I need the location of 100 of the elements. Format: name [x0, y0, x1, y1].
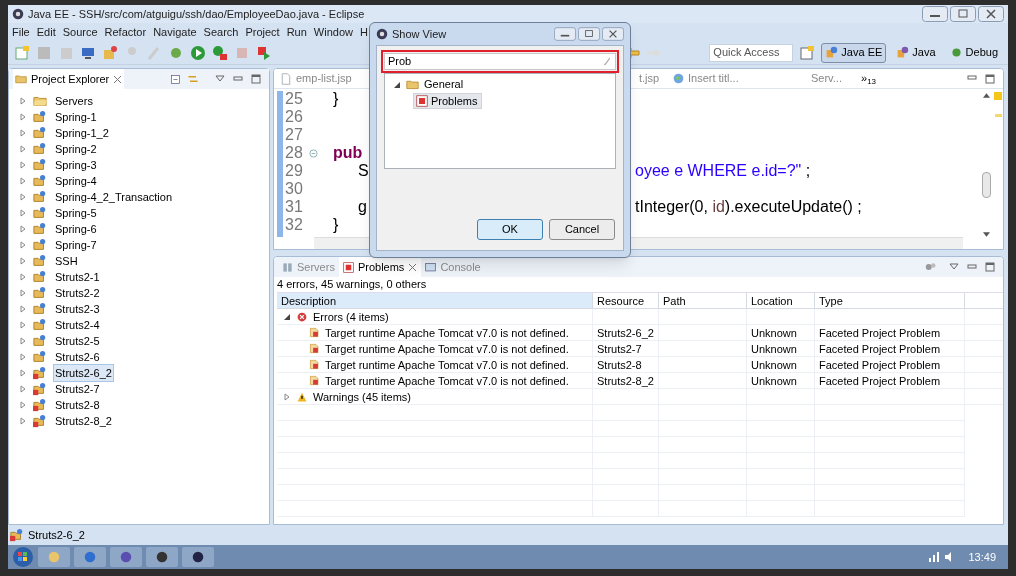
project-icon [33, 158, 47, 172]
project-icon [33, 302, 47, 316]
warning-icon [297, 391, 307, 402]
close-button[interactable] [602, 27, 624, 41]
project-icon [33, 174, 47, 188]
minimize-button[interactable] [922, 6, 948, 22]
collapsed-arrow-icon[interactable] [19, 193, 27, 201]
collapsed-arrow-icon[interactable] [19, 97, 27, 105]
collapsed-arrow-icon[interactable] [19, 241, 27, 249]
group-label[interactable]: Errors (4 items) [313, 308, 389, 325]
server-icon [282, 261, 293, 273]
maximize-button[interactable] [578, 27, 600, 41]
tree-item[interactable]: Struts2-6_2 [53, 363, 114, 383]
dialog-button[interactable]: OK [477, 219, 543, 240]
collapsed-arrow-icon[interactable] [19, 305, 27, 313]
collapsed-arrow-icon[interactable] [19, 337, 27, 345]
menu-item[interactable]: Refactor [104, 23, 147, 41]
network-icon[interactable] [928, 552, 941, 562]
menu-item[interactable]: Navigate [153, 23, 197, 41]
filter-field[interactable]: Prob [381, 50, 619, 73]
scrollbar-thumb[interactable] [981, 172, 991, 198]
menu-item[interactable]: Edit [36, 23, 56, 41]
menu-item[interactable]: Project [245, 23, 280, 41]
run-server-icon[interactable] [212, 44, 228, 61]
editor-tab[interactable]: emp-list.jsp [296, 70, 352, 87]
new-icon[interactable] [14, 44, 30, 61]
minimize-button[interactable] [554, 27, 576, 41]
tree-item[interactable]: General [424, 76, 464, 93]
debug-run-icon[interactable] [256, 44, 272, 61]
menu-item[interactable]: File [12, 23, 30, 41]
wizard-icon[interactable] [102, 44, 118, 61]
column-header[interactable]: Location [747, 293, 815, 309]
start-button[interactable] [12, 546, 34, 568]
line-number: 28 [285, 144, 304, 162]
line-number: 29 [285, 162, 304, 180]
collapsed-arrow-icon[interactable] [19, 225, 27, 233]
table-cell-text: Target runtime Apache Tomcat v7.0 is not defined. [325, 325, 569, 341]
collapsed-arrow-icon[interactable] [19, 353, 27, 361]
menu-item[interactable]: Run [286, 23, 307, 41]
collapsed-arrow-icon[interactable] [283, 392, 291, 401]
project-icon [33, 334, 47, 348]
line-number: 30 [285, 180, 304, 198]
expanded-arrow-icon[interactable] [283, 312, 291, 321]
table-cell: Unknown [747, 357, 815, 373]
collapsed-arrow-icon[interactable] [19, 321, 27, 329]
collapsed-arrow-icon[interactable] [19, 129, 27, 137]
code-text: tInteger(0, [635, 198, 709, 216]
column-header[interactable]: Type [815, 293, 965, 309]
problems-icon [416, 95, 428, 107]
more-tabs-button[interactable]: »$_{13}$ [861, 70, 877, 87]
group-label[interactable]: Warnings (45 items) [313, 388, 411, 405]
collapsed-arrow-icon[interactable] [19, 161, 27, 169]
code-text: id [712, 198, 725, 216]
editor-tab[interactable]: Serv... [811, 70, 861, 87]
globe-icon [673, 73, 684, 84]
open-perspective-icon[interactable] [799, 44, 816, 61]
error-marker-icon [309, 343, 320, 354]
dialog-button[interactable]: Cancel [549, 219, 615, 240]
column-header[interactable]: Description [277, 293, 593, 309]
collapsed-arrow-icon[interactable] [19, 401, 27, 409]
perspective-button[interactable]: Java [892, 42, 940, 63]
table-cell-text: Target runtime Apache Tomcat v7.0 is not defined. [325, 373, 569, 389]
collapsed-arrow-icon[interactable] [19, 385, 27, 393]
minimize-icon [967, 73, 977, 82]
collapsed-arrow-icon[interactable] [19, 257, 27, 265]
maximize-icon [985, 262, 995, 272]
project-icon [33, 286, 47, 300]
collapsed-arrow-icon[interactable] [19, 273, 27, 281]
collapsed-arrow-icon[interactable] [19, 209, 27, 217]
menu-item[interactable]: Source [62, 23, 98, 41]
collapsed-arrow-icon[interactable] [19, 145, 27, 153]
menu-item[interactable]: Search [203, 23, 239, 41]
problems-icon [342, 261, 354, 273]
dialog-title: Show View [392, 26, 448, 42]
collapsed-arrow-icon[interactable] [19, 369, 27, 377]
table-cell: Struts2-8 [593, 357, 659, 373]
column-header[interactable]: Resource [593, 293, 659, 309]
tree-item[interactable]: Problems [413, 93, 483, 109]
table-cell: Struts2-6_2 [593, 325, 659, 341]
close-button[interactable] [978, 6, 1004, 22]
perspective-button[interactable]: Debug [945, 42, 1002, 63]
collapse-fold-icon[interactable] [309, 148, 318, 158]
code-text: } [333, 216, 339, 233]
column-header[interactable]: Path [659, 293, 747, 309]
editor-tab[interactable]: Insert titl... [688, 70, 739, 87]
expanded-arrow-icon[interactable] [393, 80, 401, 89]
error-marker-icon [309, 375, 320, 386]
collapsed-arrow-icon[interactable] [19, 177, 27, 185]
run-icon[interactable] [190, 44, 206, 61]
project-icon [33, 190, 47, 204]
collapsed-arrow-icon[interactable] [19, 113, 27, 121]
quick-access-field[interactable]: Quick Access [709, 43, 794, 62]
editor-tab[interactable]: t.jsp [639, 70, 673, 87]
error-project-icon [33, 398, 47, 412]
menu-item[interactable]: Window [313, 23, 353, 41]
table-cell: Unknown [747, 373, 815, 389]
collapsed-arrow-icon[interactable] [19, 417, 27, 425]
collapsed-arrow-icon[interactable] [19, 289, 27, 297]
perspective-button[interactable]: Java EE [821, 42, 887, 63]
menu-item[interactable]: H [360, 23, 368, 41]
